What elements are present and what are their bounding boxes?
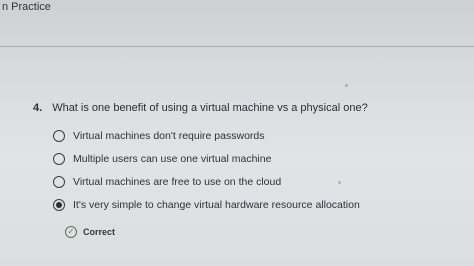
answer-option-label: Multiple users can use one virtual machi… <box>73 153 272 165</box>
question-number: 4. <box>33 102 43 114</box>
answer-option-label: Virtual machines don't require passwords <box>73 130 265 142</box>
answer-option-label: It's very simple to change virtual hardw… <box>73 199 360 211</box>
quiz-screen: n Practice 4. What is one benefit of usi… <box>0 0 474 266</box>
header-divider <box>0 46 474 47</box>
radio-button-selected-icon[interactable] <box>53 199 65 211</box>
answer-option-2[interactable]: Multiple users can use one virtual machi… <box>53 153 271 165</box>
radio-button-icon[interactable] <box>53 176 65 188</box>
result-label: Correct <box>83 227 116 237</box>
radio-button-icon[interactable] <box>53 153 65 165</box>
question: 4. What is one benefit of using a virtua… <box>33 102 368 114</box>
answer-option-3[interactable]: Virtual machines are free to use on the … <box>53 176 281 188</box>
check-circle-icon: ✓ <box>65 226 77 238</box>
result-feedback: ✓ Correct <box>65 226 115 238</box>
page-title: n Practice <box>2 1 51 13</box>
answer-option-4[interactable]: It's very simple to change virtual hardw… <box>53 199 360 211</box>
answer-option-label: Virtual machines are free to use on the … <box>73 176 282 188</box>
radio-button-icon[interactable] <box>53 130 65 142</box>
answer-option-1[interactable]: Virtual machines don't require passwords <box>53 130 265 142</box>
question-text: What is one benefit of using a virtual m… <box>52 102 368 114</box>
screen-speck <box>345 84 348 87</box>
screen-speck <box>338 181 341 184</box>
